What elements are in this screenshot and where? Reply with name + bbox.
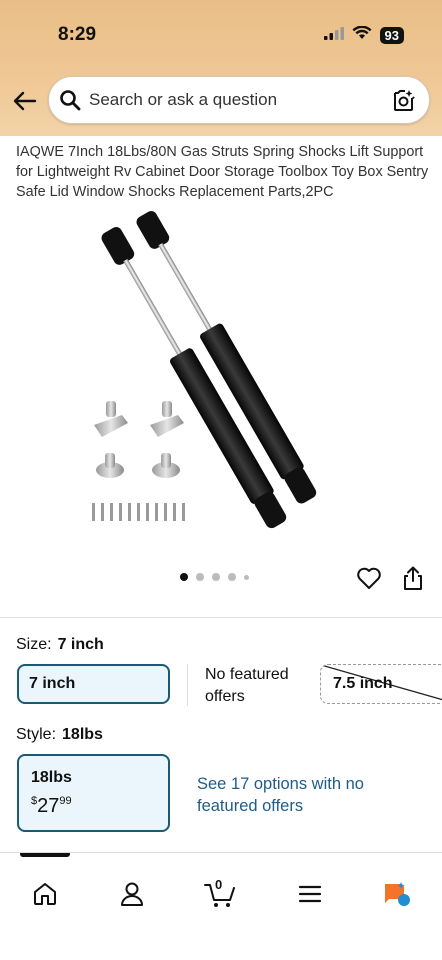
back-arrow-icon: [13, 91, 37, 111]
image-carousel-dots[interactable]: [180, 573, 249, 581]
search-bar[interactable]: [48, 76, 430, 124]
no-featured-offers-text: No featured offers: [205, 666, 289, 705]
options-separator: [187, 664, 188, 706]
size-selected-value: 7 inch: [57, 636, 104, 653]
cart-icon[interactable]: 0: [200, 877, 240, 911]
size-option-7-inch[interactable]: 7 inch: [17, 664, 170, 704]
bottom-nav: 0: [0, 852, 442, 960]
style-option-label: 18lbs: [31, 769, 72, 786]
status-icons: 93: [323, 25, 404, 45]
size-option-label: 7 inch: [29, 675, 76, 692]
size-option-label: 7.5 inch: [333, 675, 393, 692]
price-whole: 27: [37, 795, 60, 817]
heart-icon[interactable]: [356, 566, 382, 595]
rufus-icon[interactable]: [376, 877, 416, 911]
home-icon[interactable]: [25, 877, 65, 911]
carousel-dot[interactable]: [196, 573, 204, 581]
battery-level: 93: [379, 27, 404, 44]
back-button[interactable]: [10, 86, 40, 116]
account-icon[interactable]: [112, 877, 152, 911]
carousel-dot[interactable]: [180, 573, 188, 581]
header: 8:29 93: [0, 0, 442, 136]
search-icon: [59, 89, 81, 116]
camera-search-icon[interactable]: [391, 88, 417, 119]
status-time: 8:29: [58, 24, 97, 45]
size-label: Size:: [16, 636, 52, 653]
carousel-dot[interactable]: [228, 573, 236, 581]
style-label: Style:: [16, 726, 57, 743]
size-option-7-5-inch[interactable]: 7.5 inch: [320, 664, 442, 704]
cart-count: 0: [215, 877, 223, 892]
search-input[interactable]: [89, 87, 379, 113]
active-tab-indicator: [20, 853, 70, 857]
menu-icon[interactable]: [290, 877, 330, 911]
wifi-icon: [352, 25, 372, 45]
style-label-row: Style: 18lbs: [16, 726, 103, 744]
product-image[interactable]: [80, 205, 370, 545]
product-title: IAQWE 7Inch 18Lbs/80N Gas Struts Spring …: [16, 144, 429, 200]
carousel-dot[interactable]: [212, 573, 220, 581]
price-fraction: 99: [59, 795, 72, 807]
signal-icon: [323, 26, 344, 45]
see-options-link[interactable]: See 17 options with no featured offers: [197, 773, 367, 817]
style-option-18lbs[interactable]: 18lbs $2799: [17, 754, 170, 832]
section-divider: [0, 617, 442, 618]
carousel-dot[interactable]: [244, 574, 249, 580]
size-label-row: Size: 7 inch: [16, 636, 104, 654]
style-option-price: $2799: [31, 795, 156, 818]
status-bar: 8:29 93: [0, 0, 442, 70]
share-icon[interactable]: [402, 566, 424, 597]
style-selected-value: 18lbs: [62, 726, 103, 743]
